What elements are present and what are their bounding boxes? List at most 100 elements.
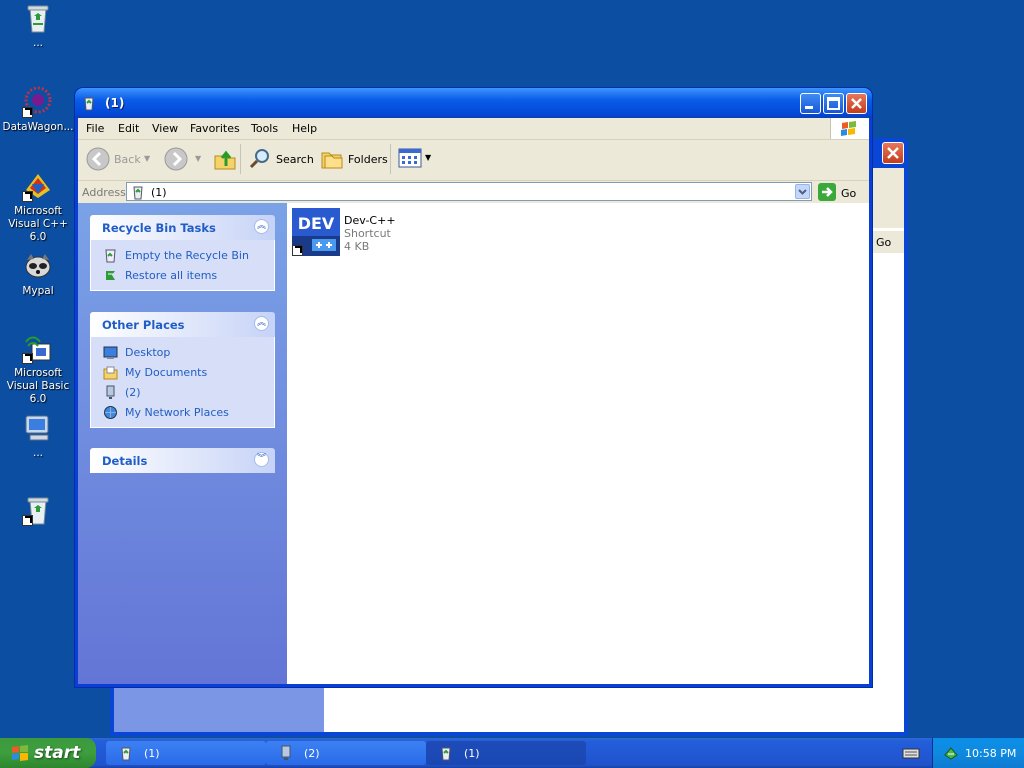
menu-tools[interactable]: Tools xyxy=(251,122,278,135)
recycle-bin-tasks-title: Recycle Bin Tasks xyxy=(102,221,216,235)
mypal-icon xyxy=(22,250,54,282)
taskbar-button-label: (1) xyxy=(144,747,160,760)
menu-file[interactable]: File xyxy=(86,122,104,135)
details-header[interactable]: Details ︾ xyxy=(90,448,275,473)
minimize-button[interactable] xyxy=(800,93,821,114)
windows-flag-icon xyxy=(10,744,30,762)
go-arrow-icon xyxy=(818,183,836,201)
desktop-icon-recycle-shortcut[interactable] xyxy=(0,494,76,529)
back-arrow-icon xyxy=(86,147,110,171)
place-my-network-places[interactable]: My Network Places xyxy=(91,403,274,423)
background-go-label: Go xyxy=(876,236,892,249)
restore-icon xyxy=(103,268,118,283)
details-title: Details xyxy=(102,454,148,468)
desktop-icon-mypal[interactable]: Mypal xyxy=(0,250,76,298)
address-input[interactable]: (1) xyxy=(126,182,812,201)
collapse-chevron-icon[interactable]: ︽ xyxy=(254,219,269,234)
up-folder-button[interactable] xyxy=(212,146,238,172)
taskbar-button-1[interactable]: (1) xyxy=(106,741,266,765)
shortcut-arrow-icon xyxy=(22,353,33,364)
up-folder-icon xyxy=(214,150,236,170)
place-my-documents[interactable]: My Documents xyxy=(91,363,274,383)
menu-bar: File Edit View Favorites Tools Help xyxy=(78,118,869,140)
clock[interactable]: 10:58 PM xyxy=(965,747,1016,760)
content-area: Recycle Bin Tasks ︽ Empty the Recycle Bi… xyxy=(78,203,869,684)
place-label: (2) xyxy=(125,386,141,399)
file-item-dev-cpp[interactable]: DEV Dev-C++ Shortcut 4 KB xyxy=(287,203,437,263)
views-icon xyxy=(398,148,422,168)
task-restore-all-items[interactable]: Restore all items xyxy=(91,266,274,286)
shortcut-arrow-icon xyxy=(22,191,33,202)
forward-arrow-icon xyxy=(164,147,188,171)
other-places-header[interactable]: Other Places ︽ xyxy=(90,312,275,337)
recycle-bin-icon xyxy=(130,184,146,200)
network-places-icon xyxy=(103,405,118,420)
svg-text:DEV: DEV xyxy=(298,214,335,233)
search-button[interactable]: Search xyxy=(246,145,314,173)
taskbar-button-2[interactable]: (2) xyxy=(266,741,426,765)
toolbar: Back ▼ ▼ Search Folders ▼ xyxy=(78,140,869,181)
file-name: Dev-C++ xyxy=(344,214,396,227)
menu-edit[interactable]: Edit xyxy=(118,122,139,135)
network-drive-icon xyxy=(278,745,294,761)
desktop-icon-recycle-bin[interactable]: ... xyxy=(0,2,76,50)
keyboard-icon[interactable] xyxy=(902,746,920,760)
network-drive-icon xyxy=(103,385,118,400)
views-button[interactable]: ▼ xyxy=(398,147,436,171)
go-label: Go xyxy=(841,187,857,200)
file-list: DEV Dev-C++ Shortcut 4 KB xyxy=(287,203,869,684)
folders-icon xyxy=(321,152,343,169)
taskbar-button-label: (1) xyxy=(464,747,480,760)
desktop-icon-visual-basic[interactable]: Microsoft Visual Basic 6.0 xyxy=(0,332,76,406)
recycle-bin-icon xyxy=(22,2,54,34)
place-label: My Documents xyxy=(125,366,208,379)
place-label: Desktop xyxy=(125,346,171,359)
back-button[interactable]: Back xyxy=(84,145,144,173)
address-value: (1) xyxy=(151,186,167,199)
shortcut-arrow-icon xyxy=(22,515,33,526)
details-panel: Details ︾ xyxy=(90,448,275,473)
place-2[interactable]: (2) xyxy=(91,383,274,403)
recycle-bin-icon xyxy=(103,248,118,263)
address-label: Address xyxy=(82,186,126,199)
maximize-button[interactable] xyxy=(823,93,844,114)
collapse-chevron-icon[interactable]: ︽ xyxy=(254,316,269,331)
menu-help[interactable]: Help xyxy=(292,122,317,135)
shortcut-arrow-icon xyxy=(22,107,33,118)
task-empty-recycle-bin[interactable]: Empty the Recycle Bin xyxy=(91,246,274,266)
dev-cpp-icon: DEV xyxy=(292,208,340,256)
recycle-bin-tasks-header[interactable]: Recycle Bin Tasks ︽ xyxy=(90,215,275,240)
desktop-icon-label: Microsoft Visual C++ 6.0 xyxy=(8,205,68,243)
start-button[interactable]: start xyxy=(0,738,96,768)
explorer-window[interactable]: (1) File Edit View Favorites Tools Help … xyxy=(75,88,872,687)
desktop-icon xyxy=(103,345,118,360)
forward-dropdown-icon[interactable]: ▼ xyxy=(195,154,201,163)
my-documents-icon xyxy=(103,365,118,380)
menu-view[interactable]: View xyxy=(152,122,178,135)
place-desktop[interactable]: Desktop xyxy=(91,343,274,363)
desktop-icon-visual-cpp[interactable]: Microsoft Visual C++ 6.0 xyxy=(0,170,76,244)
background-close-button[interactable] xyxy=(882,142,904,164)
address-dropdown-button[interactable] xyxy=(795,184,810,199)
forward-button[interactable] xyxy=(164,147,188,171)
file-size: 4 KB xyxy=(344,240,370,253)
shortcut-arrow-icon xyxy=(292,245,303,256)
expand-chevron-icon[interactable]: ︾ xyxy=(254,452,269,467)
recycle-bin-tasks-panel: Recycle Bin Tasks ︽ Empty the Recycle Bi… xyxy=(90,215,275,291)
taskbar-button-3[interactable]: (1) xyxy=(426,741,586,765)
close-button[interactable] xyxy=(846,93,867,114)
visual-cpp-icon xyxy=(22,170,54,202)
title-bar[interactable]: (1) xyxy=(75,88,872,118)
folders-label: Folders xyxy=(348,153,388,166)
menu-favorites[interactable]: Favorites xyxy=(190,122,240,135)
desktop-icon-label: ... xyxy=(32,37,43,49)
desktop-icon-datawagon[interactable]: DataWagon... xyxy=(0,86,76,134)
task-label: Empty the Recycle Bin xyxy=(125,249,249,262)
recycle-bin-icon xyxy=(118,745,134,761)
desktop-icon-computer[interactable]: ... xyxy=(0,412,76,460)
window-client: File Edit View Favorites Tools Help Back… xyxy=(78,118,869,684)
desktop-icon-label: DataWagon... xyxy=(2,121,74,133)
back-dropdown-icon[interactable]: ▼ xyxy=(144,154,150,163)
folders-button[interactable]: Folders xyxy=(318,145,388,173)
network-status-icon[interactable] xyxy=(943,745,959,761)
